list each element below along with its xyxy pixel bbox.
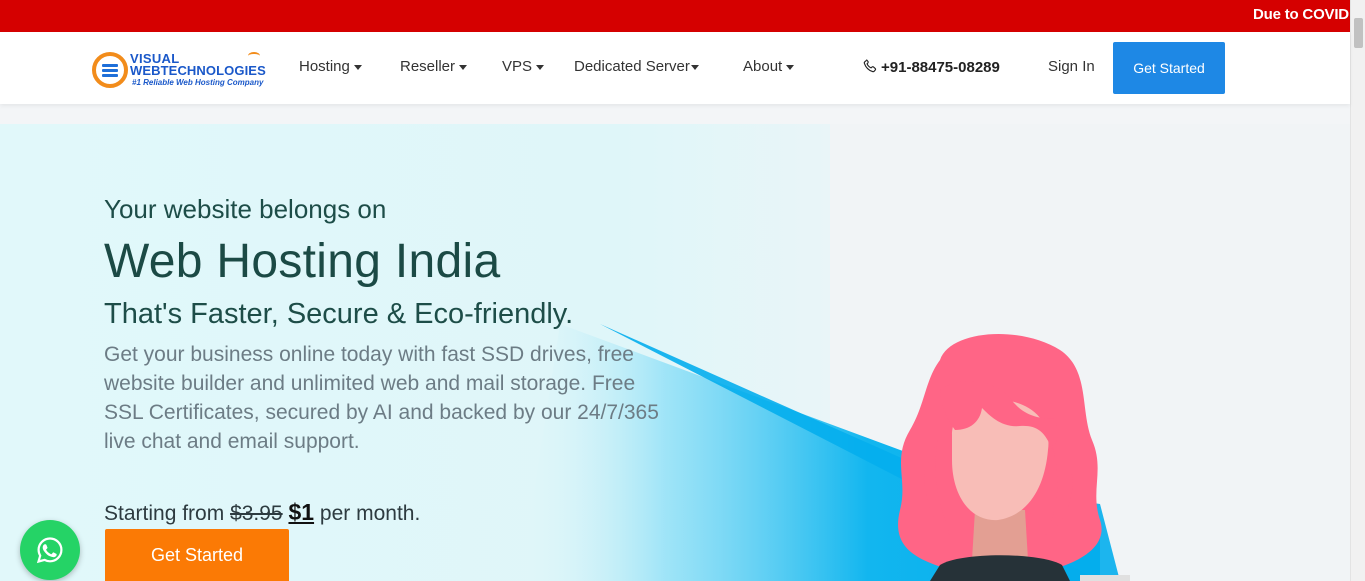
nav-dedicated-server-label: Dedicated Server	[574, 58, 690, 75]
whatsapp-icon	[36, 537, 63, 564]
phone-number: +91-88475-08289	[881, 59, 1000, 76]
price-suffix: per month.	[319, 502, 421, 525]
server-globe-icon	[92, 52, 128, 88]
phone-icon	[863, 59, 877, 73]
brand-logo[interactable]: VISUAL WEBTECHNOLOGIES #1 Reliable Web H…	[92, 50, 282, 90]
new-price: $1	[288, 499, 315, 525]
nav-reseller[interactable]: Reseller	[400, 58, 468, 75]
chevron-down-icon	[353, 64, 362, 70]
hero-illustration	[898, 333, 1130, 581]
whatsapp-chat-button[interactable]	[20, 520, 80, 580]
hero-subtitle: That's Faster, Secure & Eco-friendly.	[104, 298, 574, 330]
hero-title: Web Hosting India	[104, 235, 501, 288]
nav-vps-label: VPS	[502, 58, 533, 75]
chevron-down-icon	[459, 64, 468, 70]
hero-kicker: Your website belongs on	[104, 194, 387, 224]
navbar: VISUAL WEBTECHNOLOGIES #1 Reliable Web H…	[0, 32, 1350, 104]
nav-about-label: About	[743, 58, 783, 75]
chevron-down-icon	[786, 64, 795, 70]
nav-dedicated-server[interactable]: Dedicated Server	[574, 58, 699, 75]
scrollbar-thumb[interactable]	[1354, 18, 1363, 48]
price-line: Starting from $3.95 $1 per month.	[104, 499, 420, 526]
brand-name-line2: WEBTECHNOLOGIES	[130, 63, 266, 78]
nav-about[interactable]: About	[743, 58, 795, 75]
get-started-button[interactable]: Get Started	[1113, 42, 1225, 94]
nav-reseller-label: Reseller	[400, 58, 456, 75]
hero-section: Your website belongs on Web Hosting Indi…	[0, 124, 1350, 581]
chevron-down-icon	[536, 64, 545, 70]
hero-get-started-button[interactable]: Get Started	[105, 529, 289, 581]
brand-tagline: #1 Reliable Web Hosting Company	[132, 78, 264, 87]
announcement-text: Due to COVID	[1253, 6, 1349, 23]
signal-icon	[248, 52, 260, 60]
chevron-down-icon	[690, 64, 699, 70]
nav-hosting[interactable]: Hosting	[299, 58, 362, 75]
phone-link[interactable]: +91-88475-08289	[862, 58, 1000, 76]
sign-in-link[interactable]: Sign In	[1048, 58, 1095, 75]
old-price: $3.95	[230, 502, 283, 525]
hero-description: Get your business online today with fast…	[104, 343, 659, 453]
price-prefix: Starting from	[104, 502, 225, 525]
nav-vps[interactable]: VPS	[502, 58, 545, 75]
nav-hosting-label: Hosting	[299, 58, 350, 75]
announcement-bar: Due to COVID	[0, 0, 1350, 32]
scrollbar[interactable]	[1350, 0, 1365, 581]
